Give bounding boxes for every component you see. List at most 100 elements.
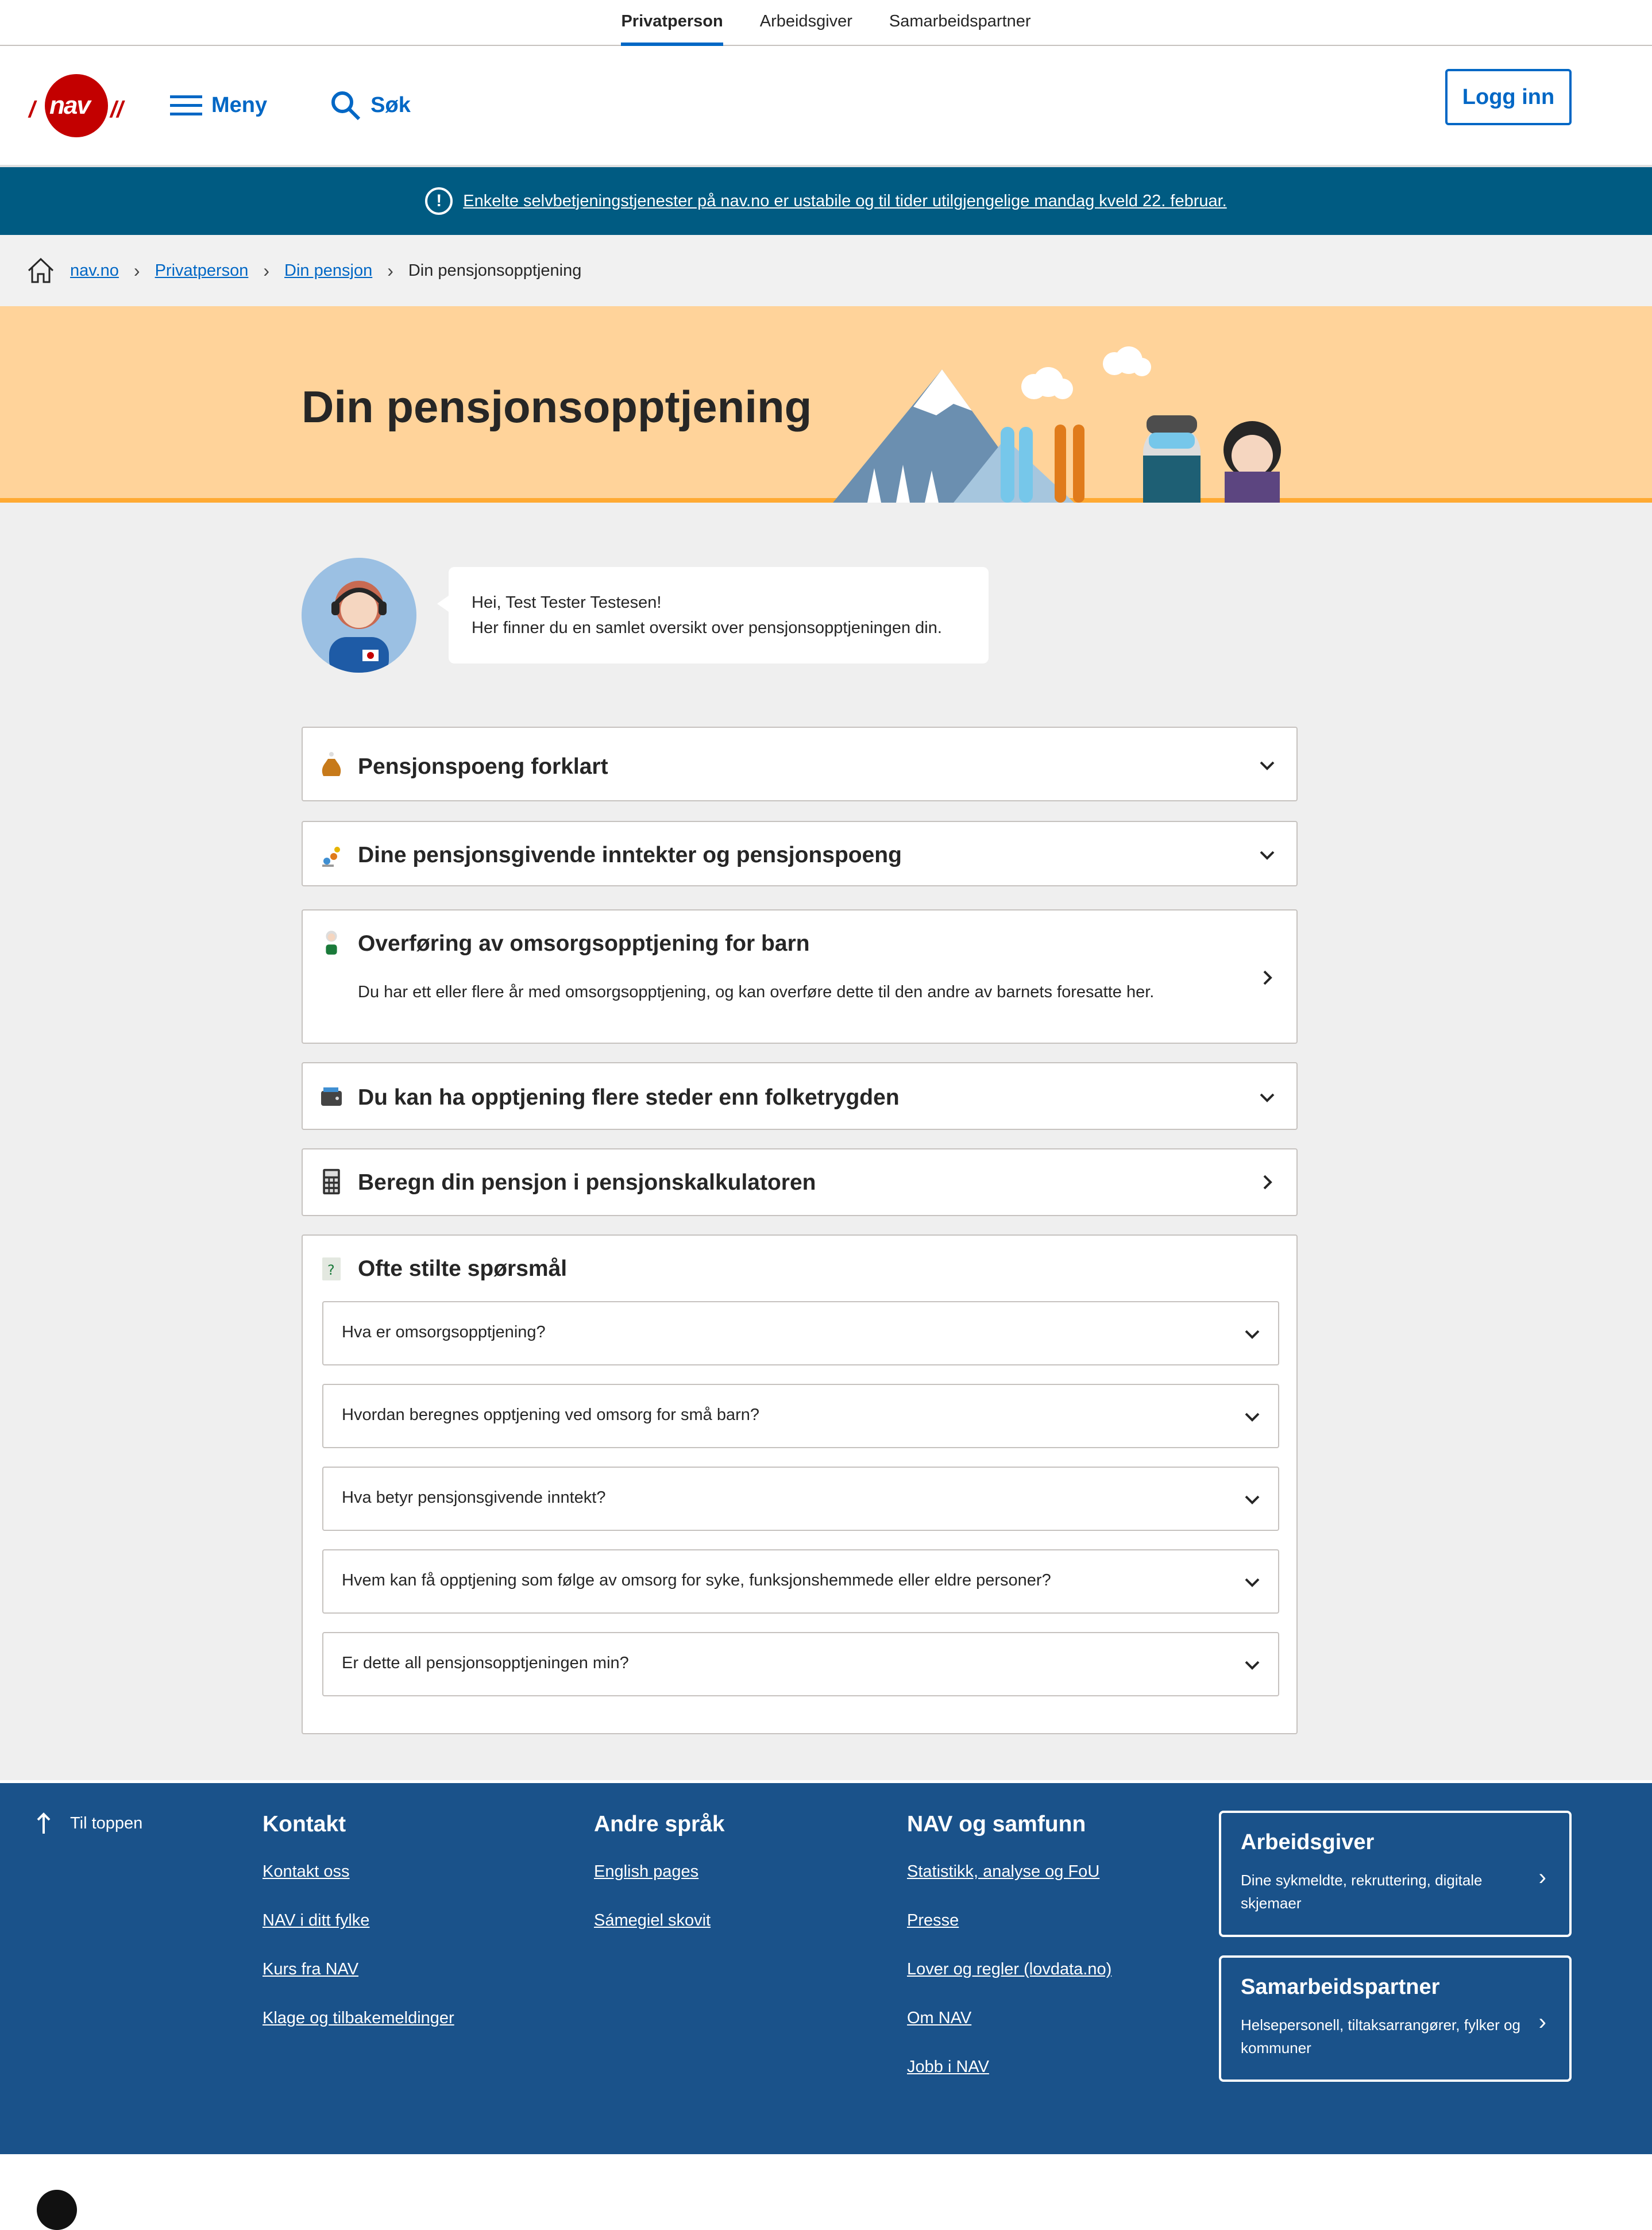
faq-item[interactable]: Hvem kan få opptjening som følge av omso… [322,1549,1279,1614]
footer-link[interactable]: Om NAV [907,2009,1111,2028]
panel-title: Dine pensjonsgivende inntekter og pensjo… [358,843,902,867]
chevron-right-icon: › [387,260,393,281]
site-footer: Til toppen Kontakt Kontakt oss NAV i dit… [0,1783,1652,2154]
hamburger-icon [170,95,202,115]
advisor-illustration [329,581,389,673]
logo-slash-right: // [110,97,123,122]
panel-description: Du har ett eller flere år med omsorgsopp… [358,983,1155,1001]
chevron-down-icon [1260,1093,1275,1102]
chevron-right-icon: › [1538,2009,1546,2035]
footer-link[interactable]: Statistikk, analyse og FoU [907,1862,1111,1881]
footer-heading: Kontakt [263,1812,346,1837]
logo-slash-left: / [29,97,36,122]
panel-overforing-omsorgsopptjening[interactable]: Overføring av omsorgsopptjening for barn… [302,909,1298,1044]
panel-title: Pensjonspoeng forklart [358,754,608,779]
to-top-link[interactable]: Til toppen [37,1812,142,1835]
greeting-line-2: Her finner du en samlet oversikt over pe… [472,619,942,637]
chevron-right-icon [1263,970,1272,985]
faq-item[interactable]: Er dette all pensjonsopptjeningen min? [322,1632,1279,1696]
footer-kontakt: Kontakt Kontakt oss NAV i ditt fylke Kur… [263,1812,454,2058]
menu-button[interactable]: Meny [170,93,267,118]
svg-text:?: ? [327,1262,335,1278]
panel-title: Overføring av omsorgsopptjening for barn [358,931,810,956]
footer-card-arbeidsgiver[interactable]: Arbeidsgiver Dine sykmeldte, rekrutterin… [1219,1811,1572,1937]
footer-link[interactable]: Klage og tilbakemeldinger [263,2009,454,2028]
card-title: Arbeidsgiver [1241,1830,1375,1854]
greeting: Hei, Test Tester Testesen! Her finner du… [302,558,989,673]
panel-title: Du kan ha opptjening flere steder enn fo… [358,1085,900,1110]
chevron-right-icon: › [1538,1865,1546,1890]
footer-link[interactable]: Presse [907,1911,1111,1930]
panel-title: Beregn din pensjon i pensjonskalkulatore… [358,1170,816,1195]
panel-pensjonskalkulator[interactable]: Beregn din pensjon i pensjonskalkulatore… [302,1148,1298,1216]
calculator-icon [323,1168,340,1195]
menu-label: Meny [211,93,268,117]
footer-link[interactable]: Lover og regler (lovdata.no) [907,1960,1111,1979]
chevron-down-icon [1245,1413,1260,1422]
faq-item[interactable]: Hva betyr pensjonsgivende inntekt? [322,1467,1279,1531]
footer-nav-og-samfunn: NAV og samfunn Statistikk, analyse og Fo… [907,1812,1111,2106]
footer-andre-sprak: Andre språk English pages Sámegiel skovi… [594,1812,725,1960]
question-note-icon: ? [322,1257,341,1280]
home-icon[interactable] [26,257,55,284]
faq-title: Ofte stilte spørsmål [358,1256,568,1281]
breadcrumb-privatperson[interactable]: Privatperson [155,261,249,280]
alert-link[interactable]: Enkelte selvbetjeningstjenester på nav.n… [463,192,1226,211]
faq-item[interactable]: Hva er omsorgsopptjening? [322,1301,1279,1365]
service-alert: ! Enkelte selvbetjeningstjenester på nav… [0,167,1652,235]
grandparent-icon [326,931,337,955]
page-hero: Din pensjonsopptjening [0,306,1652,503]
chevron-down-icon [1245,1578,1260,1587]
advisor-avatar [302,558,416,673]
faq-item[interactable]: Hvordan beregnes opptjening ved omsorg f… [322,1384,1279,1448]
footer-link[interactable]: Sámegiel skovit [594,1911,725,1930]
greeting-bubble: Hei, Test Tester Testesen! Her finner du… [437,567,989,663]
panel-pensjonspoeng-forklart[interactable]: Pensjonspoeng forklart [302,727,1298,801]
breadcrumb: nav.no › Privatperson › Din pensjon › Di… [0,235,1652,306]
footer-link[interactable]: NAV i ditt fylke [263,1911,454,1930]
arrow-up-icon [37,1812,51,1834]
wallet-icon [321,1087,342,1106]
faq-panel: ? Ofte stilte spørsmål Hva er omsorgsopp… [302,1234,1298,1734]
footer-bottom [0,2154,1652,2230]
footer-link[interactable]: English pages [594,1862,725,1881]
footer-heading: Andre språk [594,1812,725,1837]
chevron-down-icon [1245,1495,1260,1504]
greeting-line-1: Hei, Test Tester Testesen! [472,593,662,612]
login-button[interactable]: Logg inn [1445,69,1572,125]
tab-privatperson[interactable]: Privatperson [621,0,723,46]
faq-question: Hva betyr pensjonsgivende inntekt? [342,1488,606,1507]
faq-question: Er dette all pensjonsopptjeningen min? [342,1654,629,1672]
site-header: / nav // Meny Søk Logg inn [0,46,1652,167]
chevron-down-icon [1260,851,1275,860]
logo-word: nav [49,91,91,119]
exclamation-icon: ! [425,187,453,215]
card-description: Helsepersonell, tiltaksarrangører, fylke… [1241,2016,1520,2057]
bottom-logo-icon [37,2190,77,2230]
footer-link[interactable]: Kontakt oss [263,1862,454,1881]
nav-logo[interactable]: / nav // [29,74,124,137]
chevron-right-icon [1263,1175,1272,1190]
coins-icon [322,847,340,867]
footer-link[interactable]: Kurs fra NAV [263,1960,454,1979]
audience-tabs: Privatperson Arbeidsgiver Samarbeidspart… [0,0,1652,46]
panel-opptjening-flere-steder[interactable]: Du kan ha opptjening flere steder enn fo… [302,1062,1298,1130]
faq-question: Hvem kan få opptjening som følge av omso… [342,1571,1051,1589]
chevron-down-icon [1245,1661,1260,1670]
search-icon [331,91,361,120]
breadcrumb-nav-no[interactable]: nav.no [70,261,119,280]
chevron-right-icon: › [263,260,270,281]
chevron-down-icon [1260,761,1275,770]
faq-question: Hva er omsorgsopptjening? [342,1323,546,1341]
tab-samarbeidspartner[interactable]: Samarbeidspartner [889,0,1031,46]
tab-arbeidsgiver[interactable]: Arbeidsgiver [760,0,852,46]
footer-card-samarbeidspartner[interactable]: Samarbeidspartner Helsepersonell, tiltak… [1219,1955,1572,2082]
chevron-right-icon: › [133,260,140,281]
search-label: Søk [370,93,411,117]
panel-pensjonsgivende-inntekter[interactable]: Dine pensjonsgivende inntekter og pensjo… [302,821,1298,886]
breadcrumb-din-pensjon[interactable]: Din pensjon [284,261,372,280]
page-title: Din pensjonsopptjening [302,381,812,432]
footer-link[interactable]: Jobb i NAV [907,2058,1111,2077]
search-button[interactable]: Søk [330,90,411,121]
to-top-label: Til toppen [70,1814,143,1832]
